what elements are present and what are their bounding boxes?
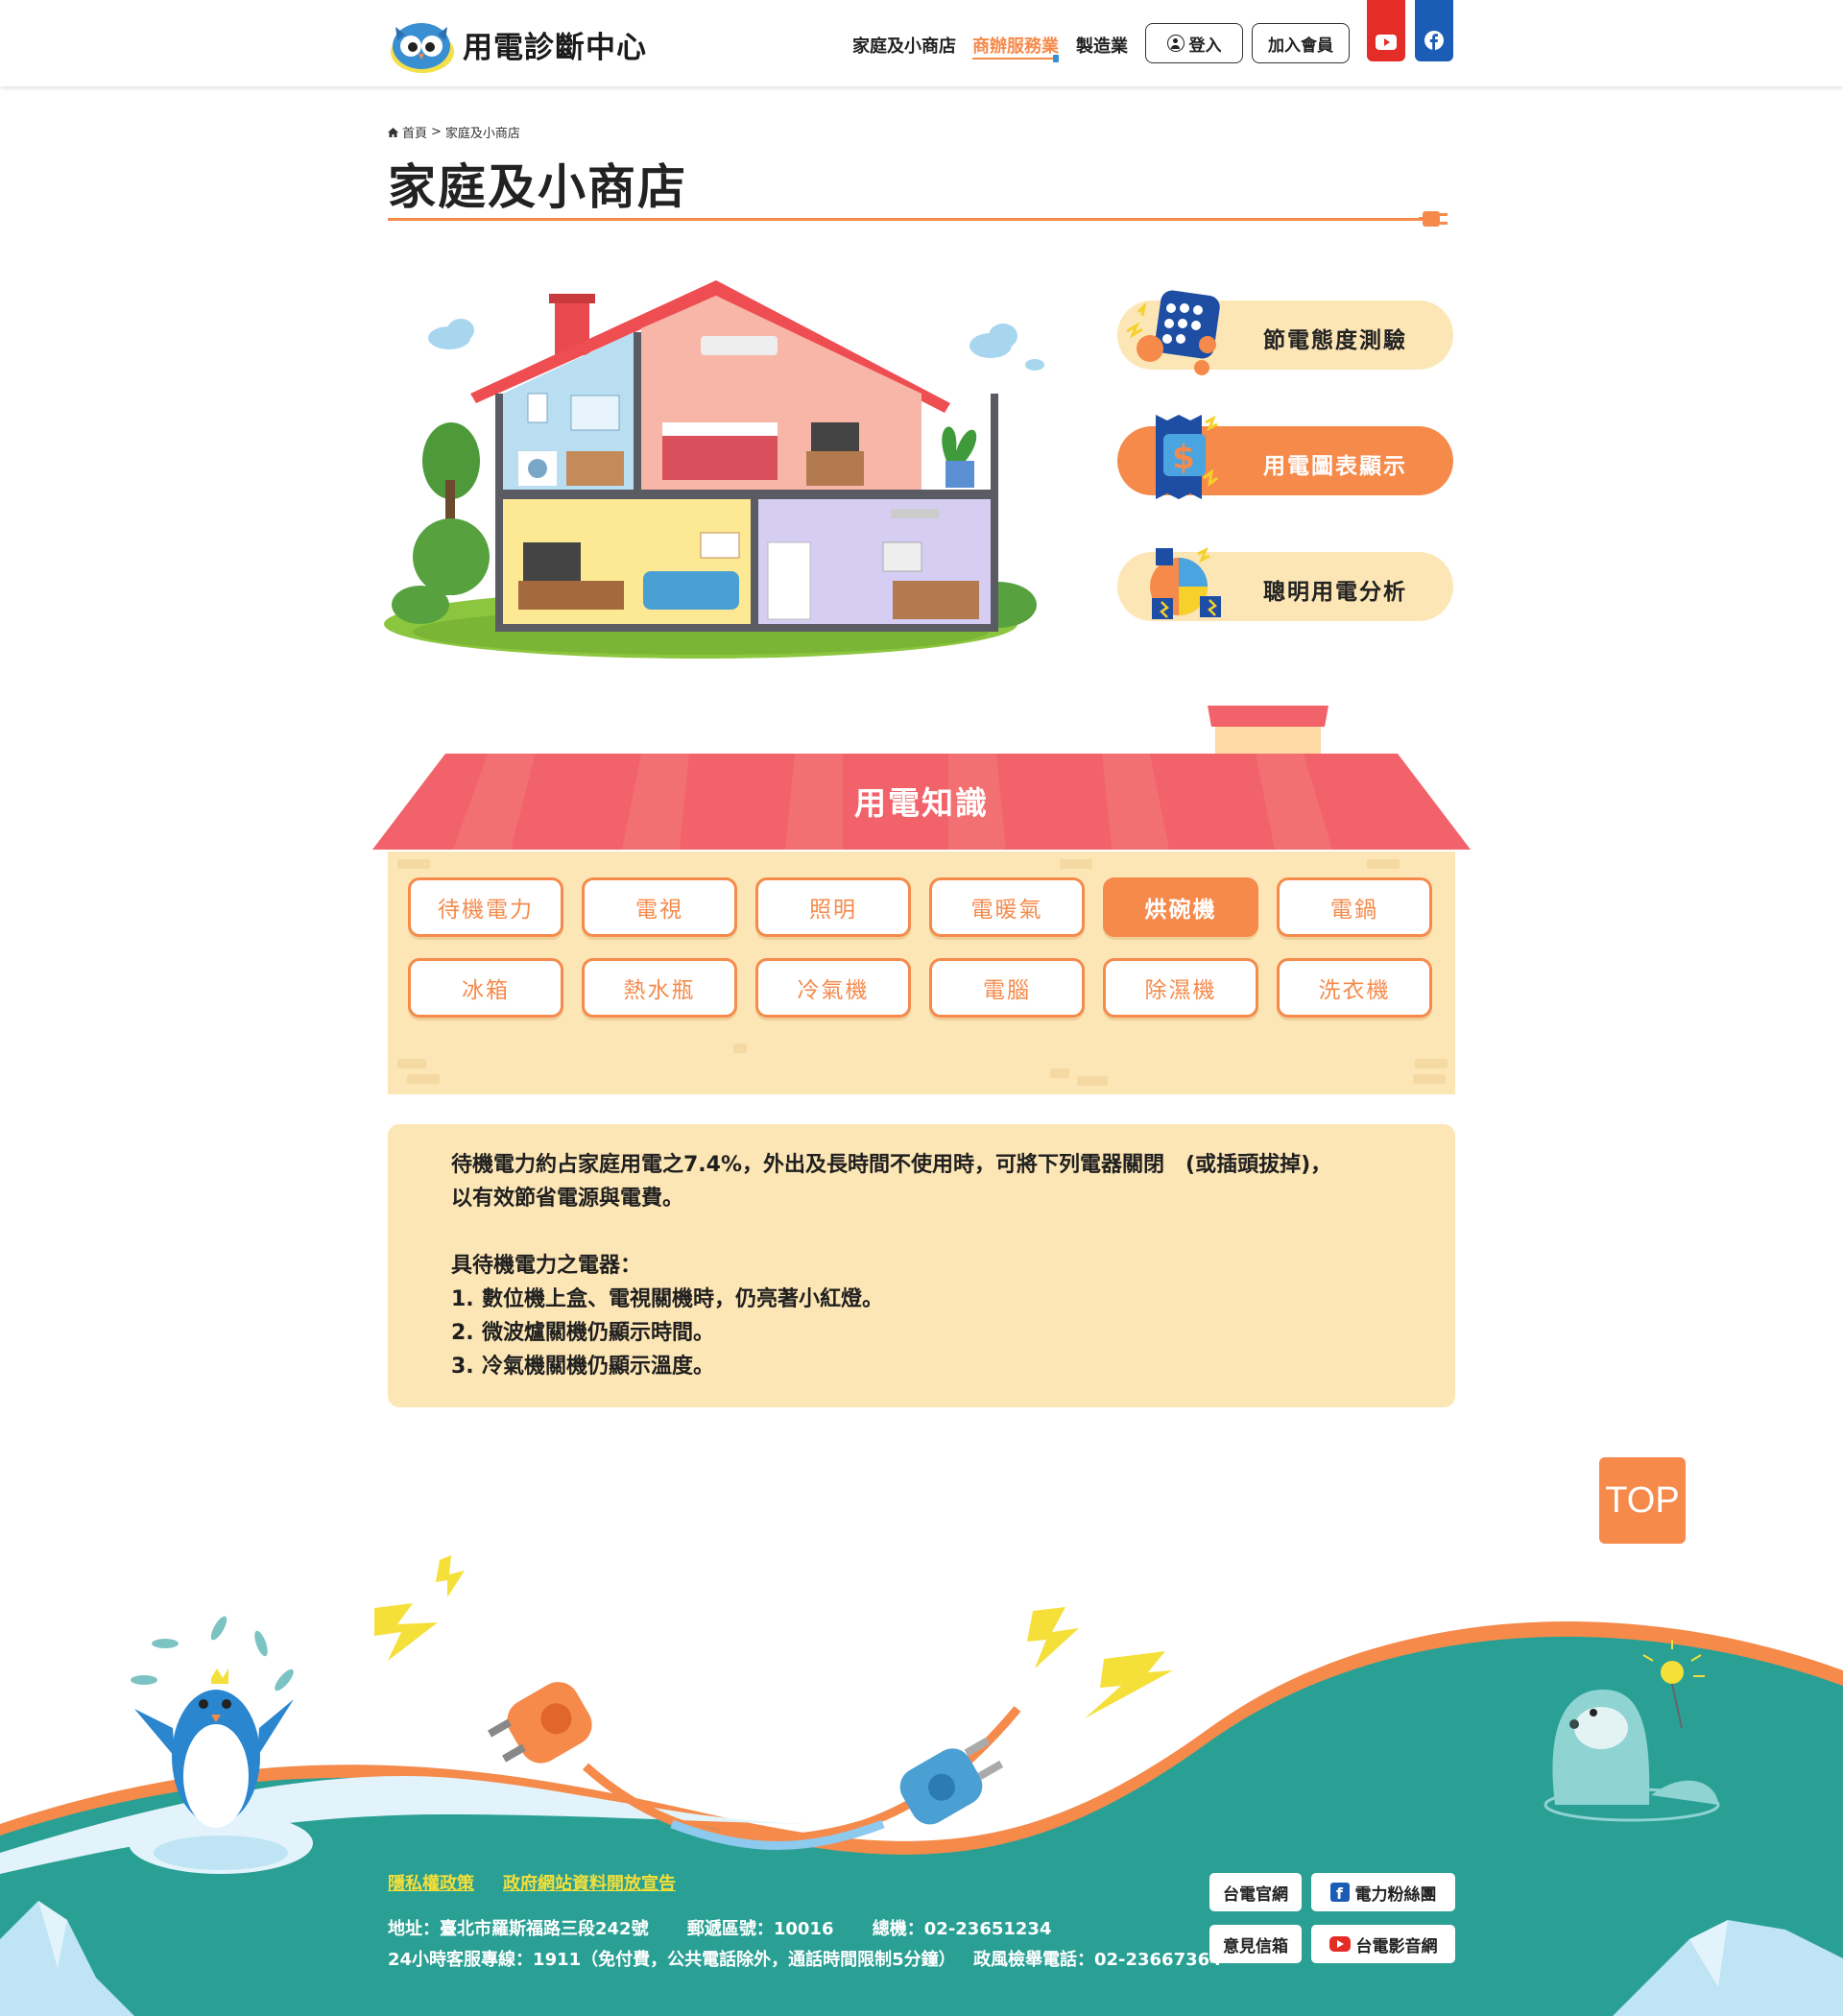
list-text: 數位機上盒、電視關機時，仍亮著小紅燈。	[482, 1287, 884, 1311]
login-label: 登入	[1188, 36, 1222, 56]
video-site-button[interactable]: 台電影音網	[1311, 1925, 1455, 1963]
wall-brick	[407, 1074, 440, 1084]
zip-code: 郵遞區號：10016	[686, 1919, 834, 1939]
nav-active-indicator	[972, 55, 1059, 62]
smart-analysis-button[interactable]: 聰明用電分析	[1117, 546, 1453, 621]
wall-brick	[1050, 1068, 1069, 1078]
title-divider	[388, 218, 1424, 221]
knowledge-heater[interactable]: 電暖氣	[929, 877, 1085, 937]
knowledge-dish-dryer[interactable]: 烘碗機	[1103, 877, 1258, 937]
knowledge-detail-text: 待機電力約占家庭用電之7.4%，外出及長時間不使用時，可將下列電器關閉 (或插頭…	[451, 1148, 1411, 1383]
usage-chart-button[interactable]: $ 用電圖表顯示	[1117, 415, 1453, 499]
address: 地址：臺北市羅斯福路三段242號	[388, 1919, 649, 1939]
list-text: 微波爐關機仍顯示時間。	[482, 1321, 715, 1345]
knowledge-washing-machine[interactable]: 洗衣機	[1277, 958, 1432, 1018]
plug-icon	[1419, 211, 1448, 227]
knowledge-rice-cooker[interactable]: 電鍋	[1277, 877, 1432, 937]
list-number: 1.	[451, 1287, 474, 1311]
site-header: 用電診斷中心 家庭及小商店 商辦服務業 製造業 登入 加入會員	[0, 0, 1843, 86]
knowledge-title: 用電知識	[854, 784, 989, 822]
analysis-icon	[1150, 546, 1221, 619]
wall-brick	[1413, 1074, 1446, 1084]
list-number: 3.	[451, 1355, 474, 1379]
breadcrumb: 首頁 > 家庭及小商店	[388, 123, 520, 141]
intro-line-2: 以有效節省電源與電費。	[451, 1187, 684, 1211]
nav-manufacturing[interactable]: 製造業	[1076, 33, 1128, 58]
knowledge-panel: 待機電力 電視 照明 電暖氣 烘碗機 電鍋 冰箱 熱水瓶 冷氣機 電腦 除濕機 …	[388, 852, 1455, 1094]
chart-bill-icon: $	[1156, 415, 1218, 499]
user-icon	[1166, 35, 1185, 52]
list-title: 具待機電力之電器：	[451, 1254, 642, 1278]
quiz-icon	[1126, 290, 1220, 375]
wall-brick	[1077, 1076, 1108, 1086]
wall-brick	[1367, 859, 1400, 869]
breadcrumb-current: 家庭及小商店	[444, 127, 520, 141]
knowledge-refrigerator[interactable]: 冰箱	[408, 958, 563, 1018]
knowledge-air-conditioner[interactable]: 冷氣機	[755, 958, 911, 1018]
knowledge-dehumidifier[interactable]: 除濕機	[1103, 958, 1258, 1018]
page-title: 家庭及小商店	[388, 159, 687, 215]
service-hotline: 24小時客服專線：1911（免付費，公共電話除外，通話時間限制5分鐘）	[388, 1950, 956, 1970]
wall-brick	[1060, 859, 1092, 869]
breadcrumb-home[interactable]: 首頁	[402, 123, 427, 141]
list-item: 2. 微波爐關機仍顯示時間。	[451, 1316, 1411, 1350]
footer-row-1: 地址：臺北市羅斯福路三段242號 郵遞區號：10016 總機：02-236512…	[388, 1914, 1255, 1945]
facebook-link[interactable]	[1415, 0, 1453, 61]
knowledge-computer[interactable]: 電腦	[929, 958, 1085, 1018]
knowledge-tv[interactable]: 電視	[582, 877, 737, 937]
login-button[interactable]: 登入	[1145, 23, 1243, 63]
nav-office-service[interactable]: 商辦服務業	[972, 33, 1059, 58]
intro-line-1: 待機電力約占家庭用電之7.4%，外出及長時間不使用時，可將下列電器關閉 (或插頭…	[451, 1153, 1332, 1177]
wall-brick	[1415, 1059, 1448, 1068]
feedback-mailbox-button[interactable]: 意見信箱	[1209, 1925, 1302, 1963]
list-item: 3. 冷氣機關機仍顯示溫度。	[451, 1350, 1411, 1383]
taipower-site-label: 台電官網	[1223, 1884, 1288, 1905]
list-item: 1. 數位機上盒、電視關機時，仍亮著小紅燈。	[451, 1283, 1411, 1316]
feedback-mailbox-label: 意見信箱	[1223, 1936, 1288, 1956]
svg-text:$: $	[1172, 439, 1197, 477]
main-phone: 總機：02-23651234	[872, 1919, 1052, 1939]
open-data-link[interactable]: 政府網站資料開放宣告	[503, 1870, 676, 1895]
site-logo[interactable]: 用電診斷中心	[388, 13, 647, 75]
back-to-top-button[interactable]: TOP	[1599, 1457, 1686, 1544]
list-text: 冷氣機關機仍顯示溫度。	[482, 1355, 715, 1379]
home-icon	[388, 127, 398, 137]
knowledge-detail: 待機電力約占家庭用電之7.4%，外出及長時間不使用時，可將下列電器關閉 (或插頭…	[388, 1124, 1455, 1407]
page: 用電診斷中心 家庭及小商店 商辦服務業 製造業 登入 加入會員 首頁 > 家庭及…	[0, 0, 1843, 2016]
smart-analysis-label: 聰明用電分析	[1263, 580, 1407, 605]
list-number: 2.	[451, 1321, 474, 1345]
appliance-list: 1. 數位機上盒、電視關機時，仍亮著小紅燈。 2. 微波爐關機仍顯示時間。 3. 冷氣…	[451, 1283, 1411, 1383]
attitude-quiz-button[interactable]: 節電態度測驗	[1117, 290, 1453, 375]
youtube-icon	[1328, 1936, 1351, 1952]
attitude-quiz-label: 節電態度測驗	[1263, 328, 1407, 353]
breadcrumb-separator: >	[431, 125, 442, 139]
facebook-icon: f	[1329, 1883, 1350, 1902]
usage-chart-label: 用電圖表顯示	[1263, 454, 1407, 479]
youtube-link[interactable]	[1367, 0, 1405, 61]
join-member-button[interactable]: 加入會員	[1252, 23, 1350, 63]
youtube-icon	[1376, 35, 1397, 50]
video-site-label: 台電影音網	[1355, 1936, 1438, 1956]
fan-page-button[interactable]: f 電力粉絲團	[1311, 1873, 1455, 1911]
nav-home-shop[interactable]: 家庭及小商店	[852, 33, 956, 58]
knowledge-thermos[interactable]: 熱水瓶	[582, 958, 737, 1018]
privacy-policy-link[interactable]: 隱私權政策	[388, 1870, 474, 1895]
fan-page-label: 電力粉絲團	[1354, 1884, 1437, 1905]
footer-links: 隱私權政策 政府網站資料開放宣告	[388, 1870, 676, 1895]
join-label: 加入會員	[1268, 36, 1333, 56]
house-illustration	[384, 280, 1044, 659]
wall-brick	[397, 1059, 426, 1068]
wall-brick	[733, 1044, 747, 1053]
wall-brick	[397, 859, 430, 869]
taipower-site-button[interactable]: 台電官網	[1209, 1873, 1302, 1911]
site-title: 用電診斷中心	[463, 30, 647, 65]
knowledge-standby-power[interactable]: 待機電力	[408, 877, 563, 937]
footer-row-2: 24小時客服專線：1911（免付費，公共電話除外，通話時間限制5分鐘） 政風檢舉…	[388, 1945, 1255, 1976]
facebook-icon	[1424, 31, 1444, 50]
report-phone: 政風檢舉電話：02-23667364	[972, 1950, 1222, 1970]
owl-logo-icon	[391, 23, 454, 73]
knowledge-lighting[interactable]: 照明	[755, 877, 911, 937]
footer-contact: 地址：臺北市羅斯福路三段242號 郵遞區號：10016 總機：02-236512…	[388, 1914, 1255, 1976]
